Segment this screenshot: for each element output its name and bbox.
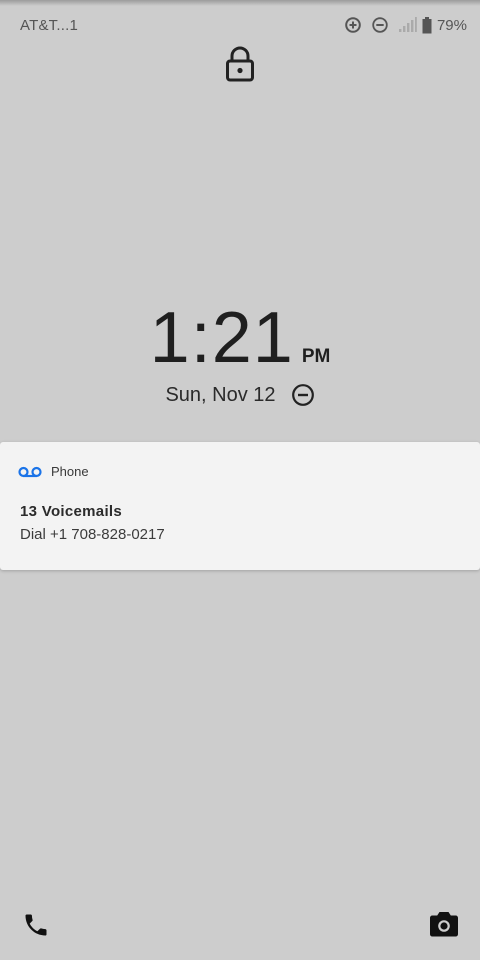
date-row: Sun, Nov 12 [0,383,480,407]
clock-time: 1:21 [149,298,294,378]
lock-clock: 1:21 PM [0,297,480,379]
voicemail-icon [18,466,42,477]
lock-icon[interactable] [223,45,257,83]
notification-header: Phone [18,464,89,479]
clock-ampm: PM [301,346,331,367]
carrier-name: AT&T...1 [20,17,79,34]
battery-icon [422,16,432,33]
notification-app-name: Phone [51,464,89,479]
signal-icon [398,17,417,32]
status-icons: 79% [344,15,467,35]
status-bar: AT&T...1 79% [0,0,480,50]
notification-title: 13 Voicemails [20,503,123,520]
phone-icon[interactable] [22,911,50,939]
lock-date: Sun, Nov 12 [165,383,276,406]
battery-percent: 79% [436,16,467,34]
do-not-disturb-icon [291,384,314,406]
camera-icon[interactable] [429,910,459,938]
data-saver-icon [345,17,361,33]
voicemail-notification[interactable]: Phone 13 Voicemails Dial +1 708-828-0217 [0,442,480,570]
notification-text: Dial +1 708-828-0217 [20,526,165,543]
do-not-disturb-icon [372,17,388,33]
